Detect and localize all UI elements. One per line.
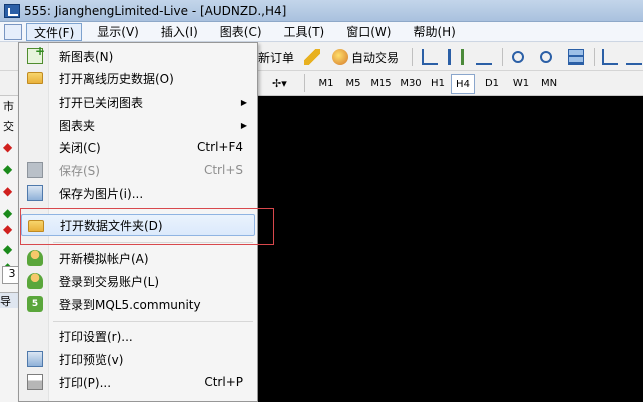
menu-item-shortcut: Ctrl+F4 [197, 140, 243, 154]
print-preview-icon [27, 351, 43, 367]
line-chart-icon [476, 49, 492, 65]
menu-item-label: 登录到交易账户(L) [59, 274, 160, 289]
zoom-in-button[interactable] [512, 47, 527, 67]
auto-trading-label: 自动交易 [351, 50, 400, 65]
timeframe-mn[interactable]: MN [535, 74, 563, 94]
pencil-icon [304, 49, 320, 65]
menu-item-label: 打开已关闭图表 [59, 95, 144, 110]
menu-item-label: 打印预览(v) [59, 352, 124, 367]
new-order-button[interactable]: 新订单 [258, 47, 294, 67]
candlestick-icon [448, 49, 464, 65]
menu-item-label: 开新模拟帐户(A) [59, 251, 149, 266]
timeframe-h1[interactable]: H1 [426, 74, 450, 94]
menu-item-login-trade-account[interactable]: 登录到交易账户(L) [21, 270, 255, 292]
menu-tools[interactable]: 工具(T) [277, 23, 332, 41]
menu-item-label: 图表夹 [59, 118, 96, 133]
menu-help[interactable]: 帮助(H) [406, 23, 462, 41]
login-account-icon [27, 273, 43, 289]
menu-item-print-setup[interactable]: 打印设置(r)... [21, 325, 255, 347]
menu-item-open-offline[interactable]: 打开离线历史数据(O) [21, 67, 255, 89]
timeframe-w1[interactable]: W1 [508, 74, 534, 94]
menu-item-label: 新图表(N) [59, 49, 114, 64]
menu-window[interactable]: 窗口(W) [339, 23, 398, 41]
submenu-arrow-icon: ▶ [240, 97, 247, 107]
menu-item-label: 保存(S) [59, 163, 100, 178]
new-order-label: 新订单 [258, 50, 295, 65]
menu-bar: 文件(F) 显示(V) 插入(I) 图表(C) 工具(T) 窗口(W) 帮助(H… [0, 22, 643, 42]
save-icon [27, 162, 43, 178]
menu-item-label: 登录到MQL5.community [59, 297, 201, 312]
chart-shift-icon [626, 49, 642, 65]
submenu-arrow-icon: ▶ [240, 120, 247, 130]
mql5-icon: 5 [27, 296, 43, 312]
menu-item-login-mql5[interactable]: 5 登录到MQL5.community [21, 293, 255, 315]
auto-trading-button[interactable]: 自动交易 [332, 47, 399, 67]
menu-file[interactable]: 文件(F) [26, 22, 83, 41]
menu-charts[interactable]: 图表(C) [213, 23, 269, 41]
menu-item-label: 打开离线历史数据(O) [59, 71, 174, 86]
menu-item-label: 保存为图片(i)... [59, 186, 144, 201]
menu-item-save-as-picture[interactable]: 保存为图片(i)... [21, 182, 255, 204]
autoscroll-icon [602, 49, 618, 65]
timeframe-m15[interactable]: M15 [366, 74, 396, 94]
tile-windows-button[interactable] [568, 47, 587, 67]
timeframe-h4[interactable]: H4 [451, 74, 475, 94]
menu-item-print-preview[interactable]: 打印预览(v) [21, 348, 255, 370]
document-system-icon[interactable] [4, 23, 22, 40]
app-icon [4, 3, 20, 18]
chart-area[interactable] [257, 96, 643, 402]
menu-separator [53, 321, 253, 322]
menu-item-new-chart[interactable]: 新图表(N) [21, 44, 255, 67]
menu-item-profiles[interactable]: 图表夹 ▶ [21, 114, 255, 136]
auto-trading-icon [332, 49, 348, 65]
pencil-button[interactable] [304, 47, 323, 67]
tile-windows-icon [568, 49, 584, 65]
new-demo-account-icon [27, 250, 43, 266]
timeframe-m30[interactable]: M30 [396, 74, 426, 94]
timeframe-d1[interactable]: D1 [479, 74, 505, 94]
menu-item-save[interactable]: 保存(S) Ctrl+S [21, 159, 255, 181]
menu-view[interactable]: 显示(V) [90, 23, 146, 41]
zoom-in-icon [512, 51, 524, 63]
menu-item-open-closed-charts[interactable]: 打开已关闭图表 ▶ [21, 91, 255, 113]
window-title: 555: JianghengLimited-Live - [AUDNZD.,H4… [24, 3, 287, 18]
bar-chart-icon [422, 49, 438, 65]
bar-chart-button[interactable] [422, 47, 441, 67]
timeframe-m1[interactable]: M1 [312, 74, 340, 94]
menu-insert[interactable]: 插入(I) [154, 23, 205, 41]
menu-item-shortcut: Ctrl+S [203, 163, 243, 177]
print-icon [27, 374, 43, 390]
menu-item-label: 关闭(C) [59, 140, 101, 155]
menu-item-label: 打印设置(r)... [59, 329, 133, 344]
menu-item-label: 打印(P)... [59, 375, 112, 390]
autoscroll-button[interactable] [602, 47, 621, 67]
menu-item-open-demo-account[interactable]: 开新模拟帐户(A) [21, 247, 255, 269]
menu-item-shortcut: Ctrl+P [204, 375, 243, 389]
candlestick-button[interactable] [448, 47, 467, 67]
drawing-tools-dropdown[interactable]: ✢▾ [272, 77, 296, 90]
chart-shift-button[interactable] [626, 47, 643, 67]
open-folder-icon [27, 72, 43, 84]
save-image-icon [27, 185, 43, 201]
menu-item-close[interactable]: 关闭(C) Ctrl+F4 [21, 136, 255, 158]
timeframe-m5[interactable]: M5 [340, 74, 366, 94]
new-chart-icon [27, 44, 45, 64]
annotation-highlight-box [20, 208, 274, 245]
zoom-out-icon [540, 51, 552, 63]
menu-item-print[interactable]: 打印(P)... Ctrl+P [21, 371, 255, 393]
line-chart-button[interactable] [476, 47, 495, 67]
title-bar: 555: JianghengLimited-Live - [AUDNZD.,H4… [0, 0, 643, 22]
zoom-out-button[interactable] [540, 47, 555, 67]
